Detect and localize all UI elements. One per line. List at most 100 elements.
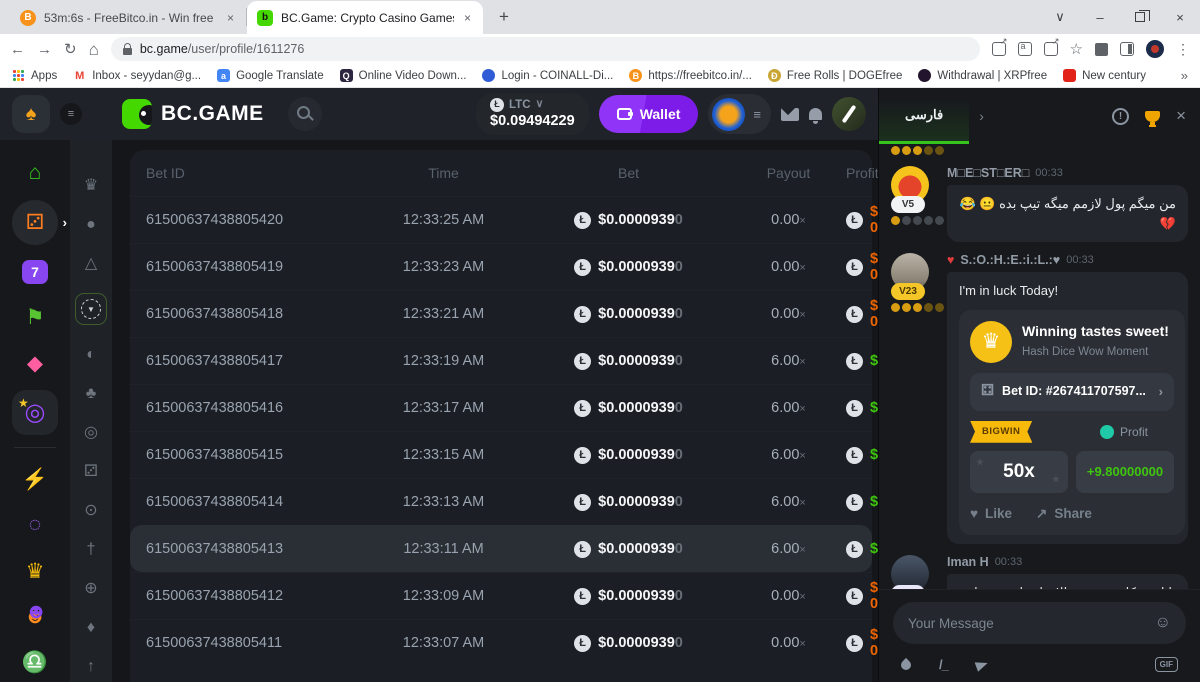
sidebar-item-ticket[interactable]: ⚡ [15,460,55,499]
bet-id-chip[interactable]: ⚃ Bet ID: #267411707597... › [970,373,1174,411]
bookmark-xrpfree[interactable]: Withdrawal | XRPfree [918,69,1047,82]
slash-commands-icon[interactable]: /_ [939,657,948,672]
rail-item-rocket[interactable]: ↑ [87,657,95,676]
new-tab-button[interactable]: + [491,4,517,30]
profile-menu[interactable]: ≡ [708,94,771,134]
wallet-button[interactable]: Wallet [599,95,699,133]
dart-plane-icon[interactable] [974,658,989,672]
bookmark-video-downloader[interactable]: QOnline Video Down... [340,69,467,82]
bookmarks-bar: Apps MInbox - seyydan@g... aGoogle Trans… [0,64,1200,88]
open-in-window-icon[interactable] [992,42,1006,56]
message-input-pill[interactable]: ☺ [893,602,1186,644]
trophy-icon[interactable] [1145,111,1160,122]
bookmark-google-translate[interactable]: aGoogle Translate [217,69,324,82]
expand-chevron-icon[interactable]: › [63,215,67,230]
table-row[interactable]: 6150063743880541912:33:23 AM $0.00009390… [130,243,872,290]
sidebar-item-tags[interactable]: ◆ [15,344,55,383]
win-share-card[interactable]: ♛ Winning tastes sweet! Hash Dice Wow Mo… [959,310,1185,536]
chat-language-tab[interactable]: فارسی [879,88,969,144]
bookmark-dogefree[interactable]: ÐFree Rolls | DOGEfree [768,69,902,82]
rail-item-crowd[interactable]: ♣ [86,384,97,403]
browser-tab-freebitco[interactable]: B 53m:6s - FreeBitco.in - Win free b × [10,1,246,34]
tab-close-icon[interactable]: × [462,9,473,27]
table-row[interactable]: 6150063743880541412:33:13 AM $0.00009390… [130,478,872,525]
rail-item-keno[interactable]: ⊙ [84,501,97,520]
table-row[interactable]: 6150063743880542012:33:25 AM $0.00009390… [130,196,872,243]
bookmark-apps[interactable]: Apps [12,69,57,82]
notifications-bell-icon[interactable] [809,108,822,120]
rail-item-bull[interactable]: ♛ [84,176,98,195]
chevron-right-icon[interactable]: › [979,108,984,124]
table-row[interactable]: 6150063743880541612:33:17 AM $0.00009390… [130,384,872,431]
sidebar-item-home[interactable]: ⌂ [15,154,55,193]
chat-rules-icon[interactable]: ! [1112,108,1129,125]
rail-item-plinko[interactable]: △ [85,254,97,273]
close-window-button[interactable]: × [1160,0,1200,34]
new-century-icon [1063,69,1076,82]
bookmark-new-century[interactable]: New century [1063,69,1146,82]
forward-button[interactable]: → [37,42,52,57]
rain-drop-icon[interactable] [899,657,913,671]
browser-tab-bcgame[interactable]: b BC.Game: Crypto Casino Games & × [247,1,483,34]
sidebar-item-crown[interactable]: ♛ [15,552,55,591]
rail-item-hash-dice-selected[interactable]: ▼ [75,293,107,325]
table-row[interactable]: 6150063743880541512:33:15 AM $0.00009390… [130,431,872,478]
tab-close-icon[interactable]: × [225,9,236,27]
sidebar-item-coins[interactable]: ♎ [15,643,55,682]
sidebar-collapse-icon[interactable]: ≡ [60,103,82,125]
currency-selector[interactable]: LTC∨ $0.09494229 [476,93,589,136]
sidebar-item-crash[interactable]: ⚑ [15,298,55,337]
username[interactable]: S.:O.:H.:E.:i.:L.:♥ [960,253,1060,267]
browser-menu-icon[interactable]: ⋮ [1176,41,1190,58]
rail-item-cards[interactable]: ♦ [87,618,95,637]
bookmark-coinall[interactable]: Login - COINALL-Di... [482,69,613,82]
table-row[interactable]: 6150063743880541212:33:09 AM $0.00009390… [130,572,872,619]
restore-button[interactable] [1120,0,1160,34]
rail-item-sword[interactable]: † [87,540,96,559]
bookmark-inbox[interactable]: MInbox - seyydan@g... [73,69,201,82]
sidebar-item-slots[interactable]: 7 [15,252,55,291]
sidebar-item-dart[interactable]: ★◎ [12,390,58,436]
translate-icon[interactable] [1018,42,1032,56]
bcgame-logo[interactable]: BC.GAME [122,99,264,129]
rail-item-bomb[interactable]: ● [86,215,96,234]
username[interactable]: M□E□ST□ER□ [947,166,1029,180]
pen-circle-icon[interactable] [832,97,866,131]
messages-mail-icon[interactable] [781,108,799,121]
rail-item-cards-dice[interactable]: ⚂ [84,462,98,481]
table-row-highlighted[interactable]: 6150063743880541312:33:11 AM $0.00009390… [130,525,872,572]
dice-icon: ⚃ [981,380,994,403]
back-button[interactable]: ← [10,42,25,57]
rail-item-wheel[interactable]: ◎ [84,423,98,442]
rail-item-roulette[interactable]: ⊕ [84,579,97,598]
reload-button[interactable]: ↻ [64,42,77,57]
tab-search-chevron-icon[interactable]: ∨ [1040,0,1080,34]
share-icon[interactable] [1044,42,1058,56]
chat-close-icon[interactable]: × [1176,106,1186,126]
table-row[interactable]: 6150063743880541812:33:21 AM $0.00009390… [130,290,872,337]
bookmark-freebitco[interactable]: Bhttps://freebitco.in/... [629,69,752,82]
search-icon[interactable] [288,97,322,131]
sidebar-item-dice-active[interactable]: ⚂› [12,200,58,246]
sidebar-item-masks[interactable]: ☻ [15,598,55,637]
minimize-button[interactable]: – [1080,0,1120,34]
extensions-puzzle-icon[interactable] [1095,43,1108,56]
avatar[interactable] [891,555,929,589]
share-button[interactable]: ↗Share [1036,504,1092,524]
sidebar-item-dots-ring[interactable]: ◌ [15,506,55,545]
home-button[interactable]: ⌂ [89,41,99,58]
emoji-smiley-icon[interactable]: ☺ [1155,614,1171,632]
address-bar[interactable]: bc.game/user/profile/1611276 [111,37,980,61]
browser-profile-avatar[interactable] [1146,40,1164,58]
rail-item-cookies[interactable]: ◐ [86,345,96,364]
table-row[interactable]: 6150063743880541112:33:07 AM $0.00009390… [130,619,872,666]
spade-logo-icon[interactable]: ♠ [12,95,50,133]
bookmarks-overflow-chevron[interactable]: » [1181,68,1188,83]
side-panel-icon[interactable] [1120,42,1134,56]
table-row[interactable]: 6150063743880541712:33:19 AM $0.00009390… [130,337,872,384]
username[interactable]: Iman H [947,555,989,569]
bookmark-star-icon[interactable]: ☆ [1070,40,1083,58]
message-input[interactable] [908,616,1147,631]
like-button[interactable]: ♥Like [970,504,1012,524]
gif-button[interactable]: GIF [1155,657,1178,672]
